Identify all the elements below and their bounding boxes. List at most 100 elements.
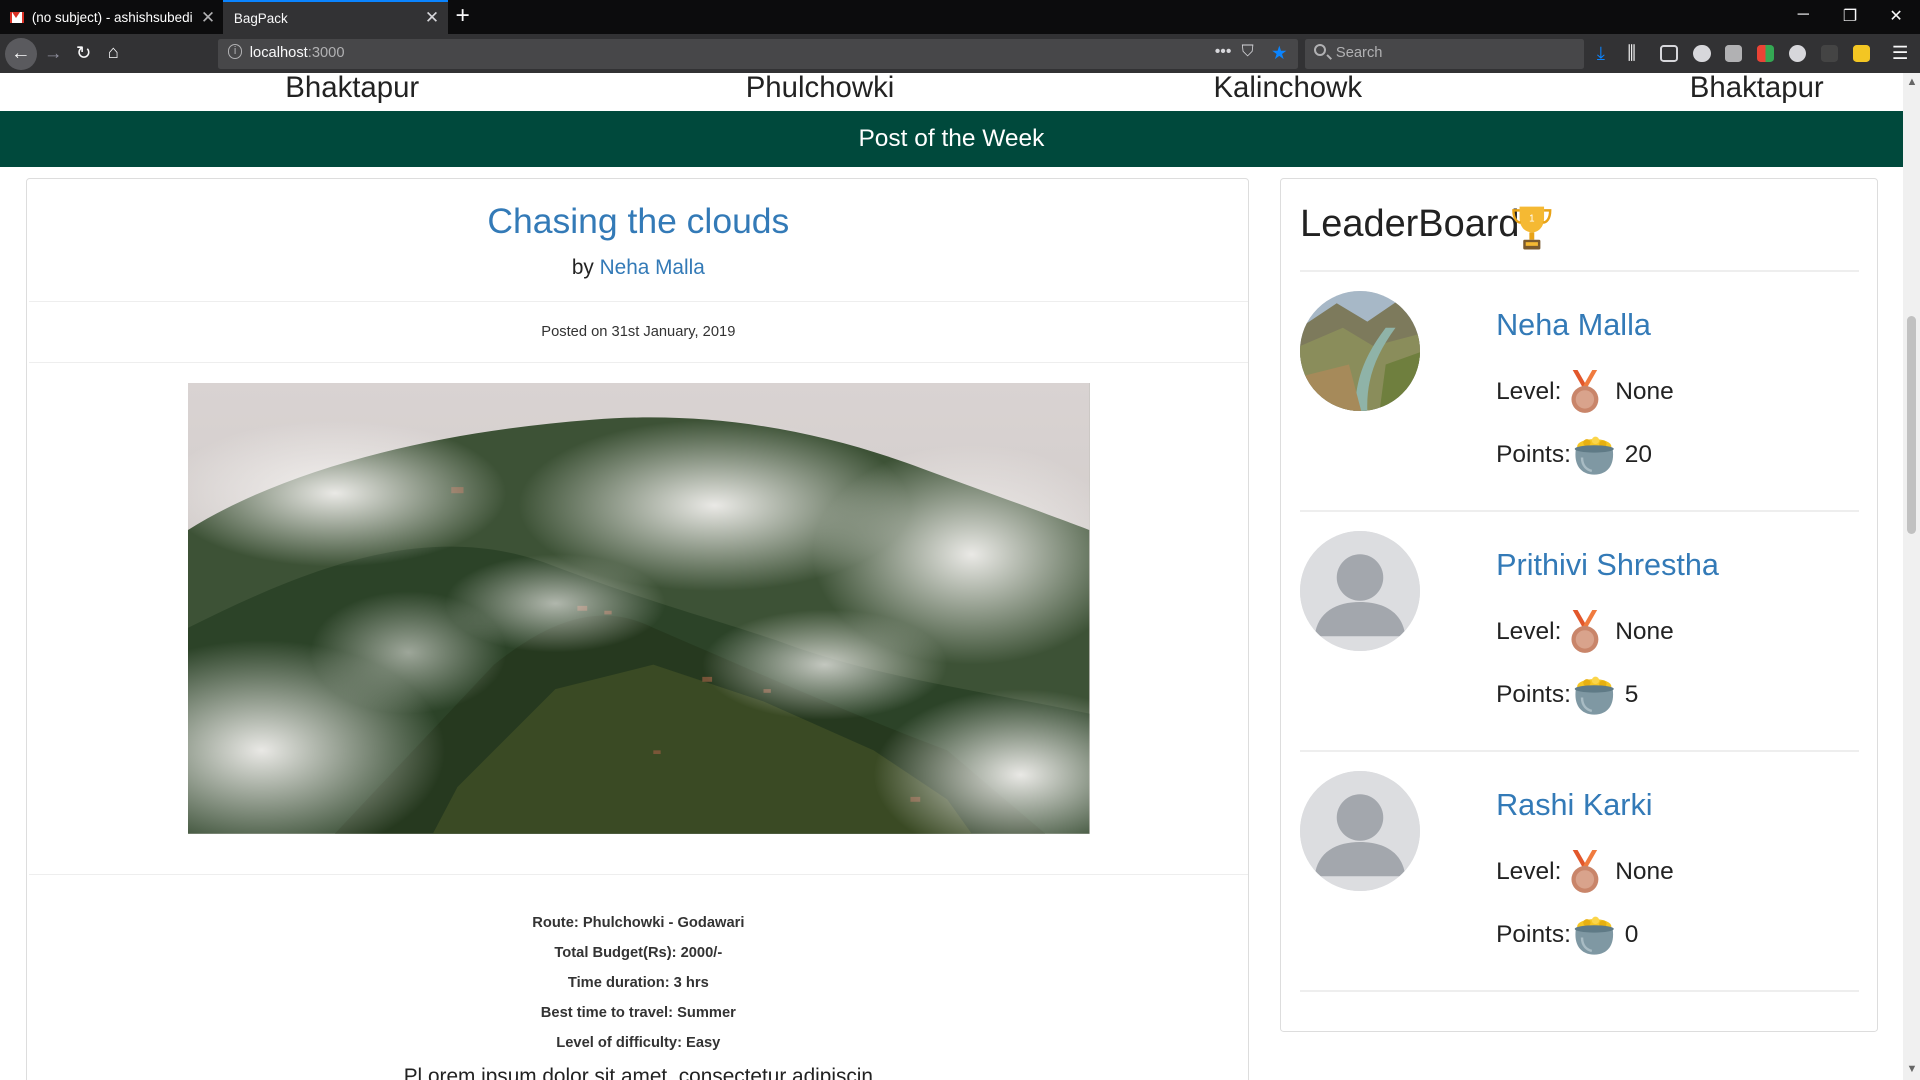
leader-name-link[interactable]: Prithivi Shrestha xyxy=(1496,548,1719,583)
default-user-icon xyxy=(1300,531,1421,652)
divider xyxy=(1300,270,1859,272)
leader-points: Points: 5 xyxy=(1496,673,1638,717)
place-caption[interactable]: Kalinchowk xyxy=(1213,73,1362,105)
forward-icon[interactable]: → xyxy=(44,43,62,62)
tab-title: (no subject) - ashishsubedi10@ xyxy=(31,9,194,25)
avatar[interactable] xyxy=(1300,531,1421,652)
divider xyxy=(29,300,1248,303)
search-icon xyxy=(1313,44,1327,57)
search-bar[interactable]: Search xyxy=(1305,39,1585,69)
trophy-icon: 1 xyxy=(1512,206,1552,250)
reload-icon[interactable]: ↻ xyxy=(76,43,91,62)
place-caption[interactable]: Phulchowki xyxy=(746,73,895,105)
leaderboard-entry: Neha Malla Level: None Points: 20 xyxy=(1300,291,1858,531)
misty-hills-image xyxy=(188,383,1090,834)
browser-tab-bar: (no subject) - ashishsubedi10@ ✕ BagPack… xyxy=(0,0,1920,35)
url-text[interactable]: localhost:3000 xyxy=(250,45,345,61)
search-placeholder: Search xyxy=(1335,45,1383,62)
menu-icon[interactable]: ☰ xyxy=(1892,43,1908,62)
home-icon[interactable]: ⌂ xyxy=(108,42,119,61)
close-window-icon[interactable]: ✕ xyxy=(1889,6,1902,26)
leaderboard-panel: LeaderBoard 1 Neha Malla Level: None Poi… xyxy=(1279,177,1879,1033)
scroll-up-icon[interactable]: ▲ xyxy=(1907,76,1918,88)
divider xyxy=(1300,750,1859,752)
detail-duration: Time duration: 3 hrs xyxy=(567,975,709,992)
leaderboard-entry: Rashi Karki Level: None Points: 0 xyxy=(1300,771,1858,1011)
detail-difficulty: Level of difficulty: Easy xyxy=(556,1035,721,1052)
extension-yellow-icon[interactable] xyxy=(1852,45,1870,63)
tab-gmail[interactable]: (no subject) - ashishsubedi10@ ✕ xyxy=(0,0,223,34)
scroll-down-icon[interactable]: ▼ xyxy=(1907,1063,1918,1075)
level-value: None xyxy=(1615,377,1674,405)
library-icon[interactable]: ⫼ xyxy=(1627,43,1635,62)
points-value: 0 xyxy=(1624,921,1639,949)
back-button[interactable]: ← xyxy=(4,37,37,70)
posted-date: Posted on 31st January, 2019 xyxy=(541,324,736,341)
bookmark-star-icon[interactable]: ★ xyxy=(1271,42,1287,64)
tab-bagpack[interactable]: BagPack ✕ xyxy=(222,0,449,35)
places-carousel: Bhaktapur Phulchowki Kalinchowk Bhaktapu… xyxy=(0,73,1903,110)
by-label: by xyxy=(571,255,594,279)
level-label: Level: xyxy=(1496,617,1562,645)
extension-dark-icon[interactable] xyxy=(1820,45,1838,63)
level-value: None xyxy=(1615,857,1674,885)
leader-level: Level: None xyxy=(1496,609,1674,654)
pocket-icon[interactable]: ⛉ xyxy=(1242,43,1254,61)
info-icon[interactable]: i xyxy=(227,44,243,59)
sidebar-icon[interactable] xyxy=(1660,45,1678,63)
detail-budget: Total Budget(Rs): 2000/- xyxy=(554,945,723,962)
extension-gear-icon[interactable] xyxy=(1788,45,1807,63)
detail-route: Route: Phulchowki - Godawari xyxy=(532,915,745,932)
level-value: None xyxy=(1615,617,1674,645)
post-of-week-banner: Post of the Week xyxy=(0,111,1903,167)
gold-pot-icon xyxy=(1574,916,1614,955)
place-caption[interactable]: Bhaktapur xyxy=(285,73,419,105)
page-actions-icon[interactable]: ••• xyxy=(1215,43,1232,61)
leader-points: Points: 20 xyxy=(1496,433,1652,477)
divider xyxy=(1300,510,1859,512)
url-host: localhost xyxy=(249,45,308,62)
extension-globe-icon[interactable] xyxy=(1693,45,1711,63)
detail-best-time: Best time to travel: Summer xyxy=(540,1005,736,1022)
scrollbar-thumb[interactable] xyxy=(1906,315,1917,534)
post-photo[interactable] xyxy=(188,383,1090,834)
gold-pot-icon xyxy=(1574,676,1614,715)
page-scrollbar[interactable]: ▲ ▼ xyxy=(1902,73,1920,1080)
bronze-medal-icon xyxy=(1571,849,1599,893)
default-user-icon xyxy=(1300,771,1421,892)
post-card: Chasing the clouds by Neha Malla Posted … xyxy=(25,177,1250,1080)
leader-level: Level: None xyxy=(1496,369,1674,414)
leader-name-link[interactable]: Neha Malla xyxy=(1496,308,1651,343)
level-label: Level: xyxy=(1496,857,1562,885)
minimize-icon[interactable]: ─ xyxy=(1798,6,1809,24)
download-icon[interactable]: ⤓ xyxy=(1597,43,1605,62)
url-bar[interactable]: i localhost:3000 ••• ⛉ ★ xyxy=(217,39,1298,69)
points-value: 5 xyxy=(1624,681,1639,709)
post-title[interactable]: Chasing the clouds xyxy=(27,201,1250,242)
url-port: :3000 xyxy=(307,45,345,62)
gold-pot-icon xyxy=(1574,436,1614,475)
leaderboard-title: LeaderBoard xyxy=(1300,203,1520,246)
post-body-text: Pl orem ipsum dolor sit amet, consectetu… xyxy=(403,1065,873,1080)
bronze-medal-icon xyxy=(1571,609,1599,653)
page-content: Bhaktapur Phulchowki Kalinchowk Bhaktapu… xyxy=(0,73,1903,1080)
svg-text:1: 1 xyxy=(1529,213,1534,224)
author-link[interactable]: Neha Malla xyxy=(600,256,705,279)
leader-level: Level: None xyxy=(1496,849,1674,894)
leader-name-link[interactable]: Rashi Karki xyxy=(1496,788,1653,823)
landscape-avatar-image xyxy=(1300,291,1421,412)
divider xyxy=(29,362,1248,364)
close-tab-icon[interactable]: ✕ xyxy=(425,9,439,26)
avatar[interactable] xyxy=(1300,291,1421,412)
points-value: 20 xyxy=(1624,441,1652,469)
new-tab-button[interactable]: + xyxy=(456,3,470,28)
avatar[interactable] xyxy=(1300,771,1421,892)
extension-icon[interactable] xyxy=(1725,45,1743,63)
divider xyxy=(1300,990,1859,992)
place-caption[interactable]: Bhaktapur xyxy=(1690,73,1824,105)
browser-toolbar: ← → ↻ ⌂ i localhost:3000 ••• ⛉ ★ Search … xyxy=(0,34,1920,74)
post-details: Route: Phulchowki - Godawari Total Budge… xyxy=(27,914,1250,1064)
close-tab-icon[interactable]: ✕ xyxy=(201,8,215,26)
extension-colorful-icon[interactable] xyxy=(1757,45,1775,63)
restore-icon[interactable]: ❐ xyxy=(1843,6,1857,26)
